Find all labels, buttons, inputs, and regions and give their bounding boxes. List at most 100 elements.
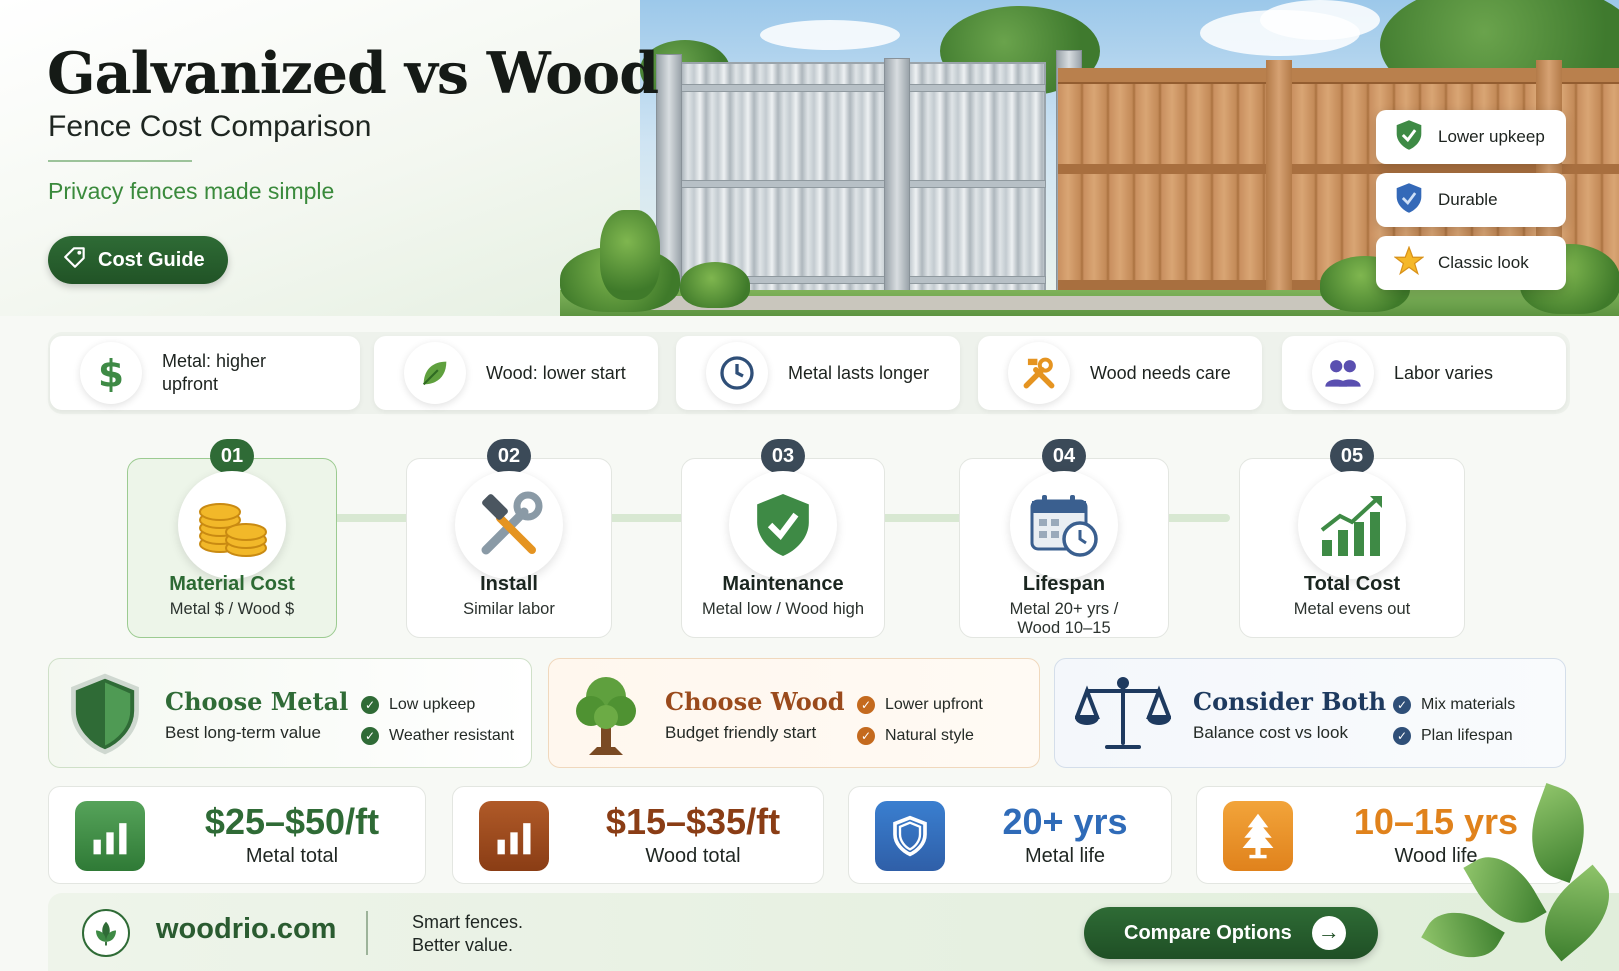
choice-title: Consider Both	[1193, 687, 1387, 716]
shield-icon	[875, 801, 945, 871]
footer: woodrio.com Smart fences. Better value. …	[48, 893, 1619, 971]
badge-label: Classic look	[1438, 253, 1529, 272]
stat-value: 10–15 yrs	[1353, 801, 1519, 842]
checklist-item: ✓ Low upkeep	[361, 689, 514, 720]
choice-checklist: ✓ Low upkeep ✓ Weather resistant	[361, 689, 514, 751]
pine-tree-icon	[1223, 801, 1293, 871]
leaf-logo-icon	[82, 909, 130, 957]
consider-both-card: Consider Both Balance cost vs look ✓ Mix …	[1054, 658, 1566, 768]
stat-value: $15–$35/ft	[605, 801, 781, 842]
badge-classic-look: Classic look	[1376, 236, 1566, 290]
stat-value: $25–$50/ft	[204, 801, 380, 842]
feature-badges: Lower upkeep Durable Classic look	[1376, 110, 1566, 299]
fact-wood-care: Wood needs care	[978, 336, 1262, 410]
step-title: Lifespan	[1022, 573, 1106, 595]
hero-banner: Galvanized vs Wood Fence Cost Comparison…	[0, 0, 1619, 316]
fact-metal-lasts: Metal lasts longer	[676, 336, 960, 410]
stat-label: Metal total	[245, 845, 339, 867]
coins-icon	[178, 471, 286, 579]
footer-divider	[366, 911, 368, 955]
step-number: 03	[761, 439, 805, 473]
cost-guide-button[interactable]: Cost Guide	[48, 236, 228, 284]
badge-label: Durable	[1438, 190, 1498, 209]
bar-chart-icon	[75, 801, 145, 871]
choice-title: Choose Wood	[665, 687, 845, 716]
step-title: Material Cost	[169, 573, 295, 595]
shield-icon	[67, 673, 143, 760]
title-divider	[48, 160, 192, 162]
stat-metal-total: $25–$50/ft Metal total	[48, 786, 426, 884]
check-shield-icon	[729, 471, 837, 579]
checklist-item: ✓ Natural style	[857, 720, 983, 751]
shield-icon	[1394, 182, 1424, 219]
cost-guide-label: Cost Guide	[98, 248, 205, 271]
step-total-cost: 05 Total Cost Metal evens out	[1239, 439, 1465, 638]
choice-subtitle: Budget friendly start	[665, 723, 817, 742]
compare-options-button[interactable]: Compare Options →	[1084, 907, 1378, 959]
checklist-item: ✓ Mix materials	[1393, 689, 1515, 720]
check-icon: ✓	[1393, 726, 1411, 745]
page-title: Galvanized vs Wood	[47, 40, 659, 107]
step-material-cost: 01 Material Cost Metal $ / Wood $	[127, 439, 337, 638]
choice-checklist: ✓ Mix materials ✓ Plan lifespan	[1393, 689, 1515, 751]
growth-chart-icon	[1298, 471, 1406, 579]
step-install: 02 Install Similar labor	[406, 439, 612, 638]
tag-icon	[62, 244, 88, 276]
choose-wood-card: Choose Wood Budget friendly start ✓ Lower…	[548, 658, 1040, 768]
check-shield-icon	[1394, 119, 1424, 156]
clock-icon	[706, 342, 768, 404]
calendar-clock-icon	[1010, 471, 1118, 579]
balance-scale-icon	[1074, 675, 1172, 760]
check-icon: ✓	[857, 726, 875, 745]
checklist-item: ✓ Lower upfront	[857, 689, 983, 720]
dollar-icon: $	[80, 342, 142, 404]
footer-tagline: Smart fences. Better value.	[412, 912, 524, 955]
choice-title: Choose Metal	[165, 687, 349, 716]
step-description: Similar labor	[463, 600, 555, 618]
stat-value: 20+ yrs	[1002, 801, 1128, 842]
step-maintenance: 03 Maintenance Metal low / Wood high	[681, 439, 885, 638]
wrench-hammer-icon	[455, 471, 563, 579]
arrow-right-icon: →	[1311, 916, 1346, 950]
checklist-item: ✓ Weather resistant	[361, 720, 514, 751]
step-number: 02	[487, 439, 531, 473]
step-number: 05	[1330, 439, 1374, 473]
check-icon: ✓	[361, 726, 379, 745]
svg-text:$: $	[98, 353, 124, 393]
fact-labor-varies: Labor varies	[1282, 336, 1566, 410]
star-icon	[1393, 244, 1425, 281]
checklist-item: ✓ Plan lifespan	[1393, 720, 1515, 751]
choice-subtitle: Balance cost vs look	[1193, 723, 1348, 742]
check-icon: ✓	[1393, 695, 1411, 714]
step-description: Metal 20+ yrs / Wood 10–15	[1009, 600, 1119, 637]
check-icon: ✓	[361, 695, 379, 714]
step-title: Maintenance	[722, 573, 844, 595]
stat-label: Metal life	[1024, 845, 1106, 867]
step-title: Total Cost	[1303, 573, 1401, 595]
page-subtitle: Fence Cost Comparison	[48, 110, 372, 143]
badge-label: Lower upkeep	[1438, 127, 1545, 146]
badge-durable: Durable	[1376, 173, 1566, 227]
stat-wood-total: $15–$35/ft Wood total	[452, 786, 824, 884]
step-title: Install	[480, 573, 538, 595]
step-description: Metal low / Wood high	[701, 600, 865, 618]
bar-chart-icon	[479, 801, 549, 871]
site-name[interactable]: woodrio.com	[156, 913, 336, 946]
tagline: Privacy fences made simple	[48, 178, 335, 204]
leaf-icon	[404, 342, 466, 404]
step-number: 04	[1042, 439, 1086, 473]
choose-metal-card: Choose Metal Best long-term value ✓ Low u…	[48, 658, 532, 768]
step-description: Metal evens out	[1293, 600, 1411, 618]
step-description: Metal $ / Wood $	[169, 600, 295, 618]
choice-subtitle: Best long-term value	[165, 723, 321, 742]
fact-metal-higher: $ Metal: higher upfront	[50, 336, 360, 410]
stat-label: Wood life	[1394, 845, 1478, 867]
step-number: 01	[210, 439, 254, 473]
fact-wood-lower: Wood: lower start	[374, 336, 658, 410]
choice-checklist: ✓ Lower upfront ✓ Natural style	[857, 689, 983, 751]
compare-options-label: Compare Options	[1124, 921, 1292, 944]
tree-icon	[571, 671, 641, 762]
tools-icon	[1008, 342, 1070, 404]
badge-lower-upkeep: Lower upkeep	[1376, 110, 1566, 164]
people-icon	[1312, 342, 1374, 404]
